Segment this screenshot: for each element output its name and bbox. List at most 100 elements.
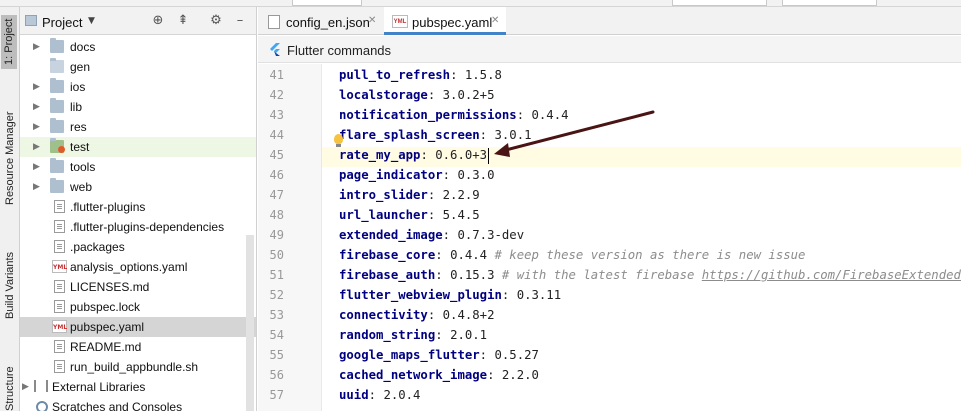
yaml-value: 0.4.4	[450, 248, 488, 262]
code-line[interactable]: cached_network_image: 2.2.0	[339, 367, 539, 387]
tree-item-readme[interactable]: README.md	[20, 337, 256, 357]
line-number: 57	[269, 388, 284, 402]
line-number: 45	[269, 148, 284, 162]
tree-item-docs[interactable]: ▶ docs	[20, 37, 256, 57]
code-line[interactable]: random_string: 2.0.1	[339, 327, 487, 347]
yaml-key: firebase_auth	[339, 268, 436, 282]
line-number: 48	[269, 208, 284, 222]
code-line[interactable]: pull_to_refresh: 1.5.8	[339, 67, 502, 87]
chevron-right-icon[interactable]: ▶	[33, 101, 43, 113]
tree-item-tools[interactable]: ▶ tools	[20, 157, 256, 177]
chevron-right-icon[interactable]: ▶	[22, 381, 32, 393]
project-scrollbar[interactable]	[246, 235, 254, 411]
line-number: 46	[269, 168, 284, 182]
top-strip-fragment	[672, 0, 767, 6]
line-number: 42	[269, 88, 284, 102]
chevron-right-icon[interactable]: ▶	[33, 81, 43, 93]
file-icon	[54, 360, 65, 373]
yaml-value: 2.0.1	[450, 328, 488, 342]
folder-icon	[50, 38, 64, 53]
tree-item-test[interactable]: ▶ test	[20, 137, 256, 157]
close-icon[interactable]: ✕	[368, 15, 376, 26]
code-line[interactable]: rate_my_app: 0.6.0+3	[322, 147, 961, 167]
tree-item-packages[interactable]: .packages	[20, 237, 256, 257]
line-number: 49	[269, 228, 284, 242]
build-variants-tool-button[interactable]: Build Variants	[4, 252, 16, 319]
close-icon[interactable]: ✕	[491, 15, 499, 26]
lightbulb-icon[interactable]	[334, 134, 343, 147]
structure-tool-button[interactable]: Structure	[4, 366, 16, 411]
tree-item-label: analysis_options.yaml	[70, 260, 188, 274]
code-line[interactable]: uuid: 2.0.4	[339, 387, 420, 407]
minimize-icon[interactable]: –	[232, 13, 248, 29]
yaml-key: page_indicator	[339, 168, 443, 182]
tree-item-label: res	[70, 120, 87, 134]
tab-config-en-json[interactable]: config_en.json ✕	[258, 7, 382, 35]
project-tool-button[interactable]: 1: Project	[1, 14, 17, 69]
yaml-value: 2.2.0	[501, 368, 539, 382]
code-line[interactable]: url_launcher: 5.4.5	[339, 207, 480, 227]
tree-item-run-build-appbundle[interactable]: run_build_appbundle.sh	[20, 357, 256, 377]
flutter-commands-link[interactable]: Flutter commands	[287, 43, 391, 58]
chevron-right-icon[interactable]: ▶	[33, 41, 43, 53]
code-line[interactable]: firebase_auth: 0.15.3 # with the latest …	[339, 267, 961, 287]
tree-item-web[interactable]: ▶ web	[20, 177, 256, 197]
file-icon	[54, 340, 65, 353]
code-line[interactable]: localstorage: 3.0.2+5	[339, 87, 494, 107]
tree-item-licenses[interactable]: LICENSES.md	[20, 277, 256, 297]
code-line[interactable]: extended_image: 0.7.3-dev	[339, 227, 524, 247]
project-panel-title[interactable]: Project	[42, 15, 82, 30]
tree-item-lib[interactable]: ▶ lib	[20, 97, 256, 117]
code-line[interactable]: notification_permissions: 0.4.4	[339, 107, 569, 127]
code-line[interactable]: flutter_webview_plugin: 0.3.11	[339, 287, 561, 307]
target-icon[interactable]: ⊕	[150, 13, 166, 29]
chevron-right-icon[interactable]: ▶	[33, 161, 43, 173]
line-number: 50	[269, 248, 284, 262]
tree-item-label: web	[70, 180, 93, 194]
tree-item-analysis-options[interactable]: YML analysis_options.yaml	[20, 257, 256, 277]
scratches-icon	[36, 401, 48, 411]
tree-item-flutter-plugins-dependencies[interactable]: .flutter-plugins-dependencies	[20, 217, 256, 237]
yaml-value: 5.4.5	[442, 208, 480, 222]
tree-item-label: run_build_appbundle.sh	[70, 360, 199, 374]
code-line[interactable]: connectivity: 0.4.8+2	[339, 307, 494, 327]
code-line[interactable]: flare_splash_screen: 3.0.1	[339, 127, 532, 147]
tree-item-scratches[interactable]: Scratches and Consoles	[20, 397, 256, 411]
yaml-value: 2.0.4	[383, 388, 421, 402]
code-area[interactable]: pull_to_refresh: 1.5.8 localstorage: 3.0.…	[322, 64, 961, 411]
tree-item-flutter-plugins[interactable]: .flutter-plugins	[20, 197, 256, 217]
flutter-commands-bar: Flutter commands	[258, 36, 961, 63]
project-panel-header: Project ▼ ⊕ ⇞ ⚙ –	[20, 7, 256, 35]
editor-area: config_en.json ✕ YML pubspec.yaml ✕ Flut…	[258, 7, 961, 411]
code-line[interactable]: intro_slider: 2.2.9	[339, 187, 480, 207]
tab-pubspec-yaml[interactable]: YML pubspec.yaml ✕	[384, 7, 506, 35]
line-number: 41	[269, 68, 284, 82]
resource-manager-tool-button[interactable]: Resource Manager	[4, 111, 16, 205]
file-icon	[54, 220, 65, 233]
chevron-right-icon[interactable]: ▶	[33, 121, 43, 133]
tree-item-label: pubspec.yaml	[70, 320, 145, 334]
tree-item-pubspec-lock[interactable]: pubspec.lock	[20, 297, 256, 317]
gear-icon[interactable]: ⚙	[208, 13, 224, 29]
chevron-right-icon[interactable]: ▶	[33, 181, 43, 193]
yaml-file-icon: YML	[52, 320, 67, 333]
tree-item-external-libraries[interactable]: ▶ External Libraries	[20, 377, 256, 397]
code-line[interactable]: google_maps_flutter: 0.5.27	[339, 347, 539, 367]
line-number: 44	[269, 128, 284, 142]
file-icon	[54, 280, 65, 293]
code-line[interactable]: firebase_core: 0.4.4 # keep these versio…	[339, 247, 805, 267]
chevron-down-icon[interactable]: ▼	[88, 16, 95, 26]
comment-url-link[interactable]: https://github.com/FirebaseExtended/flut	[702, 268, 961, 282]
yaml-key: firebase_core	[339, 248, 436, 262]
collapse-icon[interactable]: ⇞	[175, 13, 191, 29]
yaml-value: 0.6.0+3	[435, 148, 488, 162]
yaml-key: extended_image	[339, 228, 443, 242]
code-line[interactable]: page_indicator: 0.3.0	[339, 167, 495, 187]
tree-item-res[interactable]: ▶ res	[20, 117, 256, 137]
chevron-right-icon[interactable]: ▶	[33, 141, 43, 153]
tree-item-ios[interactable]: ▶ ios	[20, 77, 256, 97]
yaml-value: 3.0.1	[494, 128, 532, 142]
flutter-icon	[270, 43, 280, 56]
tree-item-gen[interactable]: gen	[20, 57, 256, 77]
tree-item-pubspec-yaml[interactable]: YML pubspec.yaml	[20, 317, 256, 337]
